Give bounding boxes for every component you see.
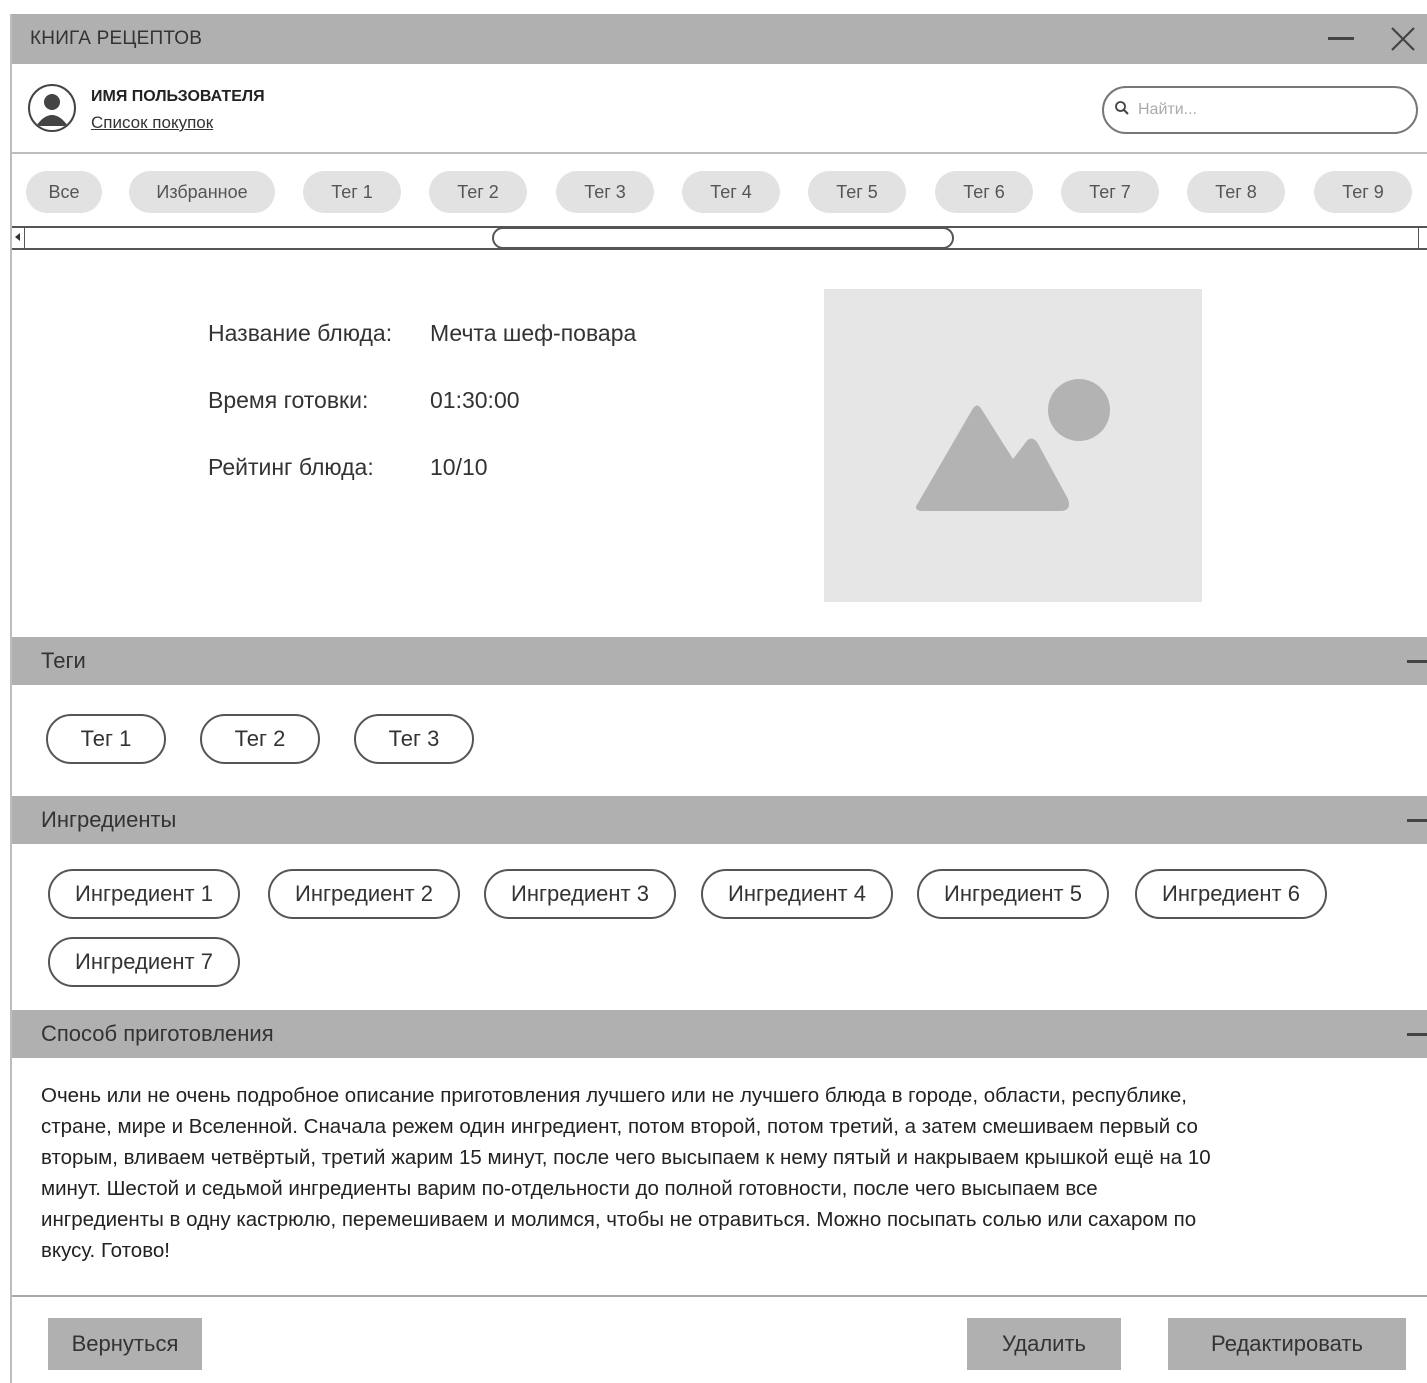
dish-name-label: Название блюда: xyxy=(208,320,393,346)
method-section-title: Способ приготовления xyxy=(41,1021,274,1046)
ingredient-pill[interactable]: Ингредиент 7 xyxy=(48,937,240,987)
collapse-icon[interactable] xyxy=(1407,819,1427,822)
footer-divider xyxy=(12,1295,1427,1297)
method-line: стране, мире и Вселенной. Сначала режем … xyxy=(41,1115,1198,1138)
collapse-icon[interactable] xyxy=(1407,660,1427,663)
search-icon xyxy=(1114,100,1130,121)
back-button[interactable]: Вернуться xyxy=(48,1318,202,1370)
ingredient-pill[interactable]: Ингредиент 5 xyxy=(917,869,1109,919)
cook-time-value: 01:30:00 xyxy=(430,387,520,413)
rating-value: 10/10 xyxy=(430,454,488,480)
ingredient-pill[interactable]: Ингредиент 3 xyxy=(484,869,676,919)
edit-button[interactable]: Редактировать xyxy=(1168,1318,1406,1370)
ingredient-pill[interactable]: Ингредиент 1 xyxy=(48,869,240,919)
method-line: Очень или не очень подробное описание пр… xyxy=(41,1084,1187,1107)
filter-chip-tag-3[interactable]: Тег 3 xyxy=(556,171,654,213)
rating-label: Рейтинг блюда: xyxy=(208,454,374,480)
user-header: ИМЯ ПОЛЬЗОВАТЕЛЯ Список покупок xyxy=(12,64,1427,154)
tags-scrollbar[interactable] xyxy=(12,226,1427,250)
filter-chip-tag-2[interactable]: Тег 2 xyxy=(429,171,527,213)
ingredients-section-header[interactable]: Ингредиенты xyxy=(12,796,1427,844)
image-icon xyxy=(916,379,1110,511)
scrollbar-thumb[interactable] xyxy=(492,227,954,249)
filter-chip-tag-8[interactable]: Тег 8 xyxy=(1187,171,1285,213)
filter-chip-tag-6[interactable]: Тег 6 xyxy=(935,171,1033,213)
scroll-left-arrow[interactable] xyxy=(12,228,25,248)
shopping-list-link[interactable]: Список покупок xyxy=(91,113,213,133)
ingredients-section-title: Ингредиенты xyxy=(41,807,177,832)
method-line: вторым, вливаем четвёртый, третий жарим … xyxy=(41,1146,1211,1169)
dish-name-value: Мечта шеф-повара xyxy=(430,320,637,346)
close-icon[interactable] xyxy=(1390,26,1416,52)
filter-chip-favorites[interactable]: Избранное xyxy=(129,171,275,213)
cooking-method-text: Очень или не очень подробное описание пр… xyxy=(41,1080,1411,1266)
filter-chip-tag-7[interactable]: Тег 7 xyxy=(1061,171,1159,213)
recipe-tag[interactable]: Тег 3 xyxy=(354,714,474,764)
filter-chip-tag-1[interactable]: Тег 1 xyxy=(303,171,401,213)
title-bar: КНИГА РЕЦЕПТОВ xyxy=(12,14,1427,64)
ingredient-pill[interactable]: Ингредиент 6 xyxy=(1135,869,1327,919)
search-input[interactable] xyxy=(1136,100,1400,120)
method-section-header[interactable]: Способ приготовления xyxy=(12,1010,1427,1058)
dish-image-placeholder xyxy=(824,289,1202,602)
filter-chip-tag-5[interactable]: Тег 5 xyxy=(808,171,906,213)
app-window: КНИГА РЕЦЕПТОВ ИМЯ ПОЛЬЗОВАТЕЛЯ Список п… xyxy=(10,14,1427,1383)
recipe-tag[interactable]: Тег 2 xyxy=(200,714,320,764)
tags-section-header[interactable]: Теги xyxy=(12,637,1427,685)
tags-section-title: Теги xyxy=(41,648,86,673)
avatar-icon[interactable] xyxy=(28,84,76,132)
ingredient-pill[interactable]: Ингредиент 4 xyxy=(701,869,893,919)
scroll-right-arrow[interactable] xyxy=(1418,228,1427,248)
method-line: минут. Шестой и седьмой ингредиенты вари… xyxy=(41,1177,1098,1200)
window-title: КНИГА РЕЦЕПТОВ xyxy=(30,28,203,49)
method-line: вкусу. Готово! xyxy=(41,1239,170,1262)
method-line: ингредиенты в одну кастрюлю, перемешивае… xyxy=(41,1208,1197,1231)
delete-button[interactable]: Удалить xyxy=(967,1318,1121,1370)
minimize-icon[interactable] xyxy=(1328,37,1354,40)
tag-filter-bar: Все Избранное Тег 1 Тег 2 Тег 3 Тег 4 Те… xyxy=(12,154,1427,228)
cook-time-label: Время готовки: xyxy=(208,387,369,413)
ingredient-pill[interactable]: Ингредиент 2 xyxy=(268,869,460,919)
search-box[interactable] xyxy=(1102,86,1418,134)
filter-chip-all[interactable]: Все xyxy=(26,171,102,213)
recipe-tag[interactable]: Тег 1 xyxy=(46,714,166,764)
collapse-icon[interactable] xyxy=(1407,1033,1427,1036)
filter-chip-tag-4[interactable]: Тег 4 xyxy=(682,171,780,213)
username: ИМЯ ПОЛЬЗОВАТЕЛЯ xyxy=(91,88,265,105)
filter-chip-tag-9[interactable]: Тег 9 xyxy=(1314,171,1412,213)
